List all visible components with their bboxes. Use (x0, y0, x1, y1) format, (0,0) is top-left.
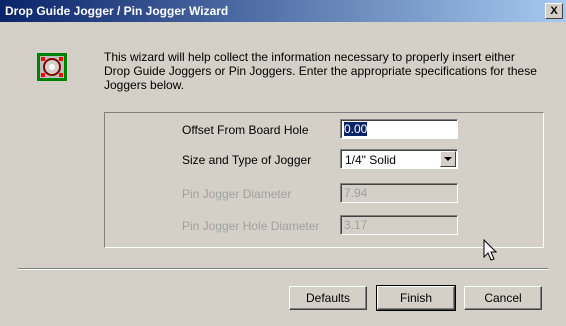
chevron-down-icon (444, 157, 452, 161)
close-button[interactable]: X (545, 3, 563, 19)
size-type-label: Size and Type of Jogger (182, 153, 312, 167)
title-bar[interactable]: Drop Guide Jogger / Pin Jogger Wizard X (0, 0, 566, 22)
mouse-pointer-icon (483, 238, 499, 266)
defaults-button[interactable]: Defaults (289, 286, 367, 310)
finish-button[interactable]: Finish (376, 285, 456, 311)
intro-text: This wizard will help collect the inform… (104, 50, 537, 92)
offset-value: 0.00 (344, 122, 368, 136)
jogger-wizard-icon (36, 52, 68, 82)
cancel-button[interactable]: Cancel (464, 286, 542, 310)
separator (18, 268, 548, 270)
offset-field[interactable]: 0.00 (340, 119, 458, 139)
window-title: Drop Guide Jogger / Pin Jogger Wizard (5, 4, 229, 18)
offset-label: Offset From Board Hole (182, 123, 309, 137)
pin-diameter-field: 7.94 (340, 183, 458, 203)
dropdown-button[interactable] (440, 151, 456, 167)
pin-diameter-label: Pin Jogger Diameter (182, 187, 292, 201)
size-type-select[interactable]: 1/4" Solid (340, 149, 458, 169)
pin-hole-diameter-field: 3.17 (340, 215, 458, 235)
specifications-group (104, 112, 544, 248)
size-type-value: 1/4" Solid (345, 153, 396, 167)
pin-hole-diameter-label: Pin Jogger Hole Diameter (182, 219, 320, 233)
